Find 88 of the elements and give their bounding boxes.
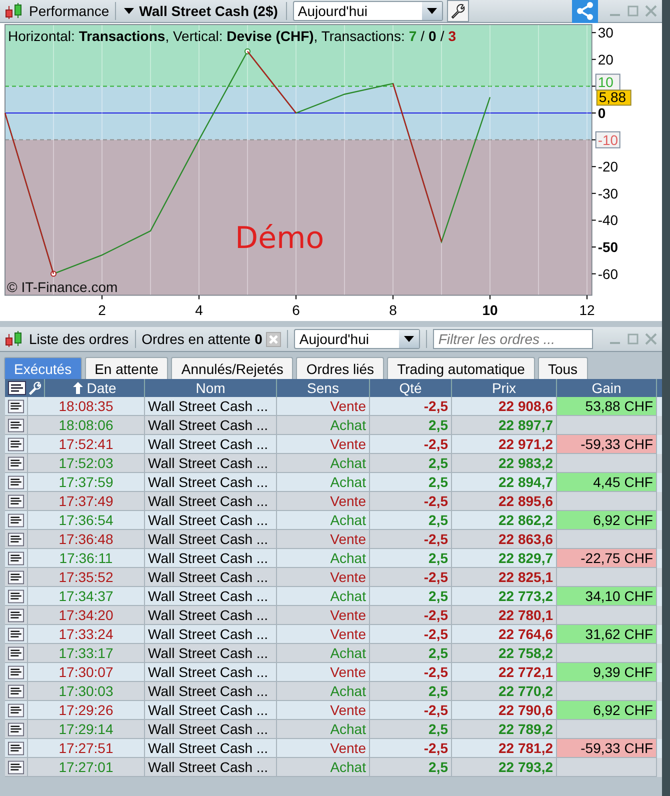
separator-slash: / bbox=[420, 28, 425, 44]
instrument-selector[interactable]: Wall Street Cash (2$) bbox=[122, 3, 280, 19]
wrench-icon[interactable] bbox=[28, 381, 42, 395]
panel-title: Liste des ordres bbox=[29, 331, 129, 347]
x-tick-label: 12 bbox=[579, 302, 595, 318]
document-icon[interactable] bbox=[8, 418, 24, 432]
panel-title: Performance bbox=[29, 3, 110, 19]
transaction-count: 7 bbox=[408, 28, 417, 44]
x-tick-label: 6 bbox=[292, 302, 300, 318]
document-icon[interactable] bbox=[8, 532, 24, 546]
gain-cell: -59,33 CHF bbox=[557, 739, 657, 758]
gain-cell: 53,88 CHF bbox=[557, 397, 657, 416]
copyright-text: © IT-Finance.com bbox=[7, 279, 118, 295]
gain-cell: -59,33 CHF bbox=[557, 435, 657, 454]
y-tick-label: 0 bbox=[598, 105, 606, 121]
gain-cell: 31,62 CHF bbox=[557, 625, 657, 644]
quantity-cell: 2,5 bbox=[370, 758, 452, 777]
caret-icon bbox=[124, 8, 134, 14]
gain-cell: 34,10 CHF bbox=[557, 587, 657, 606]
column-header[interactable]: Sens bbox=[307, 380, 339, 396]
column-header[interactable]: Nom bbox=[196, 380, 226, 396]
tab[interactable]: Exécutés bbox=[4, 357, 82, 379]
gain-cell: 6,92 CHF bbox=[557, 511, 657, 530]
value-tag: 5,88 bbox=[596, 89, 632, 106]
separator-slash: / bbox=[440, 28, 444, 44]
document-icon[interactable] bbox=[8, 588, 24, 604]
tab[interactable]: Ordres liés bbox=[296, 357, 384, 379]
y-tick-label: -50 bbox=[598, 239, 618, 255]
document-icon[interactable] bbox=[8, 608, 24, 622]
date-cell: 17:27:01 bbox=[28, 758, 145, 777]
document-icon[interactable] bbox=[8, 494, 24, 508]
document-icon[interactable] bbox=[8, 760, 24, 774]
period-dropdown[interactable]: Aujourd'hui bbox=[294, 329, 420, 349]
y-tick-label: 10 bbox=[595, 74, 620, 91]
gain-cell: 6,92 CHF bbox=[557, 701, 657, 720]
x-tick-label: 4 bbox=[195, 302, 203, 318]
tab[interactable]: En attente bbox=[84, 357, 168, 379]
document-icon[interactable] bbox=[8, 550, 24, 566]
filter-field[interactable]: Filtrer les ordres ... bbox=[433, 329, 594, 349]
y-tick-label: 20 bbox=[598, 51, 614, 68]
document-icon[interactable] bbox=[8, 456, 24, 470]
period-dropdown[interactable]: Aujourd'hui bbox=[292, 1, 443, 21]
column-header[interactable]: Date bbox=[86, 380, 116, 396]
side-cell: Achat bbox=[277, 758, 370, 777]
y-tick-label: -60 bbox=[598, 266, 618, 282]
x-tick-label: 10 bbox=[482, 302, 498, 318]
document-icon[interactable] bbox=[8, 381, 26, 395]
document-icon[interactable] bbox=[8, 664, 24, 680]
document-icon[interactable] bbox=[8, 570, 24, 584]
transaction-count: 3 bbox=[448, 28, 456, 44]
y-tick-label: -10 bbox=[595, 131, 620, 148]
gain-cell: -22,75 CHF bbox=[557, 549, 657, 568]
document-icon[interactable] bbox=[8, 474, 24, 490]
price-cell: 22 793,2 bbox=[452, 758, 557, 777]
column-header[interactable]: Gain bbox=[592, 380, 622, 396]
document-icon[interactable] bbox=[8, 626, 24, 642]
settings-button[interactable] bbox=[446, 0, 469, 22]
share-button[interactable] bbox=[572, 0, 598, 23]
tab[interactable]: Annulés/Rejetés bbox=[171, 357, 294, 379]
tab[interactable]: Trading automatique bbox=[387, 357, 535, 379]
column-header[interactable]: Qté bbox=[399, 380, 422, 396]
y-tick-label: -40 bbox=[598, 212, 618, 228]
caret-icon[interactable] bbox=[426, 8, 437, 14]
document-icon[interactable] bbox=[8, 702, 24, 718]
gain-cell: 4,45 CHF bbox=[557, 473, 657, 492]
transaction-count: 0 bbox=[428, 28, 436, 44]
document-icon[interactable] bbox=[8, 722, 24, 736]
document-icon[interactable] bbox=[8, 436, 24, 452]
document-icon[interactable] bbox=[8, 398, 24, 414]
document-icon[interactable] bbox=[8, 684, 24, 698]
document-icon[interactable] bbox=[8, 740, 24, 756]
y-tick-label: -20 bbox=[598, 158, 618, 175]
pending-orders-count: 0 bbox=[254, 331, 262, 347]
x-tick-label: 2 bbox=[98, 302, 106, 318]
tab[interactable]: Tous bbox=[538, 357, 588, 379]
y-tick-label: -30 bbox=[598, 185, 618, 202]
document-icon[interactable] bbox=[8, 512, 24, 528]
y-tick-label: 10 bbox=[598, 74, 614, 90]
chart-legend: Horizontal: Transactions, Vertical: Devise (CHF), Transactions: bbox=[8, 28, 405, 44]
column-header[interactable]: Prix bbox=[492, 380, 516, 396]
name-cell: Wall Street Cash ... bbox=[145, 758, 277, 777]
caret-icon[interactable] bbox=[404, 336, 414, 342]
y-tick-label: 30 bbox=[598, 24, 614, 41]
document-icon[interactable] bbox=[8, 646, 24, 660]
gain-cell: 9,39 CHF bbox=[557, 663, 657, 682]
x-tick-label: 8 bbox=[389, 302, 397, 318]
pending-orders-label: Ordres en attente bbox=[142, 331, 251, 347]
sort-arrow-icon bbox=[72, 382, 83, 394]
